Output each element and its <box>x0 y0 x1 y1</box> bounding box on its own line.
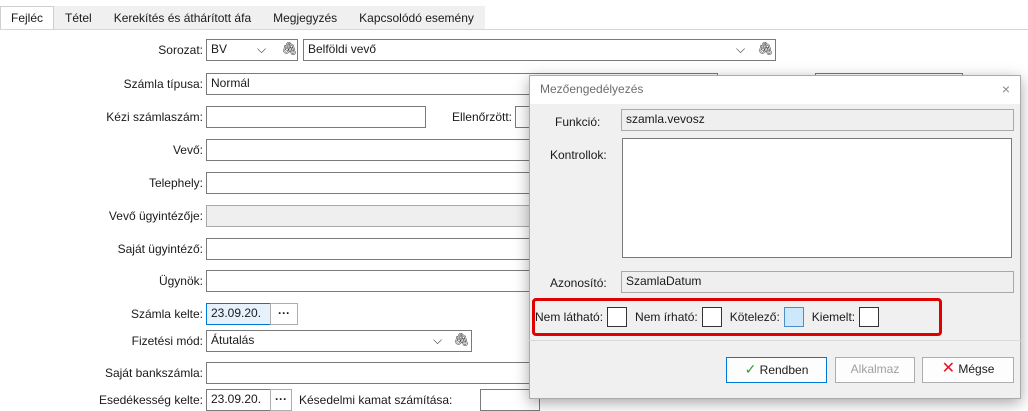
tab-fejlec[interactable]: Fejléc <box>0 6 55 30</box>
azonosito-value: SzamlaDatum <box>626 274 702 288</box>
tab-tetel[interactable]: Tétel <box>54 6 103 30</box>
cancel-button-label: Mégse <box>958 362 995 376</box>
esedekesseg-kelte-field[interactable]: 23.09.20. <box>206 389 271 411</box>
tab-divider <box>0 29 1028 30</box>
fizetesi-mod-value: Átutalás <box>211 333 255 347</box>
funkcio-label: Funkció: <box>555 115 601 129</box>
esedekesseg-picker-button[interactable]: ··· <box>270 389 292 411</box>
nem-lathato-label: Nem látható: <box>535 310 604 324</box>
close-icon[interactable]: × <box>1002 81 1010 97</box>
x-icon: ✕ <box>941 360 956 377</box>
chevron-down-icon: ⌵ <box>257 42 267 56</box>
ok-button-label: Rendben <box>759 363 809 377</box>
tab-kerekites[interactable]: Kerekítés és áthárított áfa <box>102 6 263 30</box>
apply-button-label: Alkalmaz <box>850 362 900 376</box>
azonosito-field[interactable]: SzamlaDatum <box>621 271 1014 293</box>
szamla-kelte-field[interactable]: 23.09.20. <box>206 303 271 325</box>
nem-irhato-label: Nem írható: <box>635 310 698 324</box>
ok-button[interactable]: ✓ Rendben <box>726 357 827 383</box>
tab-bar: Fejléc Tétel Kerekítés és áthárított áfa… <box>0 0 1028 30</box>
szamla-kelte-picker-button[interactable]: ··· <box>270 303 298 325</box>
nem-irhato-option: Nem írható: <box>635 307 722 327</box>
ugynok-label: Ügynök: <box>158 274 203 288</box>
fizetesi-mod-label: Fizetési mód: <box>131 334 203 348</box>
sorozat-label: Sorozat: <box>158 43 203 57</box>
sorozat-code-select[interactable]: BV ⌵ 🖇 <box>206 39 298 61</box>
dialog-title: Mezőengedélyezés <box>540 82 644 96</box>
sajat-ugyintezo-field[interactable] <box>206 238 536 260</box>
checkmark-icon: ✓ <box>744 361 757 377</box>
telephely-label: Telephely: <box>148 176 203 190</box>
fizetesi-mod-select[interactable]: Átutalás ⌵ 🖇 <box>206 330 472 352</box>
vevo-ugyintezoje-label: Vevő ügyintézője: <box>108 209 203 223</box>
vevo-label: Vevő: <box>172 143 203 157</box>
tab-megjegyzes[interactable]: Megjegyzés <box>262 6 349 30</box>
funkcio-value: szamla.vevosz <box>626 112 705 126</box>
ellenorzott-label: Ellenőrzött: <box>451 110 512 124</box>
nem-lathato-option: Nem látható: <box>535 307 628 327</box>
ugynok-field[interactable] <box>206 270 536 292</box>
paperclip-icon[interactable]: 🖇 <box>757 41 774 57</box>
dialog-divider <box>529 340 1021 341</box>
chevron-down-icon: ⌵ <box>433 333 443 347</box>
tab-kapcsolodo-esemeny[interactable]: Kapcsolódó esemény <box>348 6 485 30</box>
vevo-ugyintezoje-field[interactable] <box>206 205 536 227</box>
kotelezo-label: Kötelező: <box>729 310 780 324</box>
kezi-szamlaszam-field[interactable] <box>206 106 426 128</box>
kezi-szamlaszam-label: Kézi számlaszám: <box>106 110 203 124</box>
szamla-tipusa-value: Normál <box>211 76 250 90</box>
kiemelt-checkbox[interactable] <box>859 307 880 327</box>
szamla-tipusa-label: Számla típusa: <box>123 77 203 91</box>
sorozat-name-value: Belföldi vevő <box>308 42 377 56</box>
apply-button[interactable]: Alkalmaz <box>835 357 915 383</box>
chevron-down-icon: ⌵ <box>736 42 746 56</box>
nem-irhato-checkbox[interactable] <box>701 307 722 327</box>
kontrollok-list[interactable] <box>622 138 1012 258</box>
sajat-bankszamla-label: Saját bankszámla: <box>104 366 203 380</box>
sajat-bankszamla-field[interactable] <box>206 362 536 384</box>
paperclip-icon[interactable]: 🖇 <box>453 332 470 348</box>
nem-lathato-checkbox[interactable] <box>607 307 628 327</box>
szamla-kelte-value: 23.09.20. <box>211 306 262 320</box>
paperclip-icon[interactable]: 🖇 <box>281 41 297 57</box>
szamla-kelte-label: Számla kelte: <box>130 307 203 321</box>
cancel-button[interactable]: ✕ Mégse <box>922 357 1014 383</box>
dialog-titlebar[interactable]: Mezőengedélyezés × <box>530 76 1020 104</box>
funkcio-field[interactable]: szamla.vevosz <box>621 109 1014 131</box>
kontrollok-label: Kontrollok: <box>550 148 607 162</box>
kiemelt-label: Kiemelt: <box>811 310 856 324</box>
azonosito-label: Azonosító: <box>550 276 607 290</box>
sorozat-code-value: BV <box>211 42 228 56</box>
esedekesseg-kelte-value: 23.09.20. <box>211 392 262 406</box>
sajat-ugyintezo-label: Saját ügyintéző: <box>117 242 203 256</box>
telephely-field[interactable] <box>206 172 536 194</box>
kotelezo-checkbox[interactable] <box>783 307 804 327</box>
vevo-field[interactable] <box>206 139 536 161</box>
kotelezo-option: Kötelező: <box>730 307 804 327</box>
kiemelt-option: Kiemelt: <box>811 307 880 327</box>
sorozat-name-select[interactable]: Belföldi vevő ⌵ 🖇 <box>303 39 776 61</box>
permission-checkboxes: Nem látható: Nem írható: Kötelező: Kieme… <box>535 302 887 332</box>
